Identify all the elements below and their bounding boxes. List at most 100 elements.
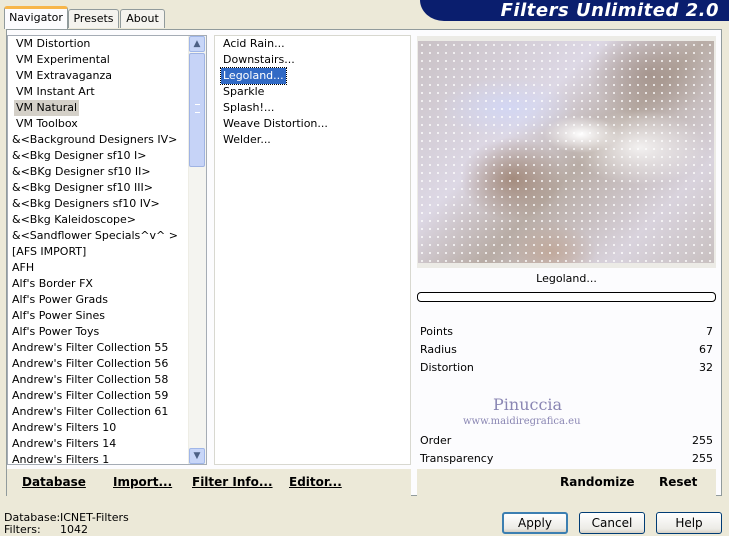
category-item[interactable]: Andrew's Filter Collection 56 bbox=[8, 356, 189, 372]
param-slider[interactable]: Radius 67 bbox=[417, 341, 716, 359]
category-label: &<Background Designers IV> bbox=[12, 133, 178, 146]
category-label: Alf's Power Sines bbox=[12, 309, 105, 322]
filter-list[interactable]: Acid Rain... Downstairs... Legoland... Spar… bbox=[214, 35, 411, 465]
filter-name-label: Legoland... bbox=[536, 272, 597, 285]
import-button[interactable]: Import... bbox=[113, 469, 172, 496]
filter-item[interactable]: Sparkle bbox=[219, 84, 410, 100]
param-label: Points bbox=[420, 325, 454, 338]
category-label: &<BKg Designer sf10 II> bbox=[12, 165, 151, 178]
randomize-button[interactable]: Randomize bbox=[560, 469, 634, 496]
param-slider[interactable]: Points 7 bbox=[417, 323, 716, 341]
preview-image[interactable] bbox=[418, 41, 714, 263]
category-item[interactable]: &<Background Designers IV> bbox=[8, 132, 189, 148]
help-button[interactable]: Help bbox=[656, 512, 722, 534]
category-item[interactable]: Andrew's Filter Collection 55 bbox=[8, 340, 189, 356]
filter-item[interactable]: Legoland... bbox=[219, 67, 410, 85]
category-item[interactable]: Alf's Border FX bbox=[8, 276, 189, 292]
filter-label: Acid Rain... bbox=[223, 37, 285, 50]
database-button[interactable]: Database bbox=[22, 469, 86, 496]
category-item[interactable]: [AFS IMPORT] bbox=[8, 244, 189, 260]
category-label: &<Bkg Kaleidoscope> bbox=[12, 213, 137, 226]
category-item[interactable]: Andrew's Filters 14 bbox=[8, 436, 189, 452]
category-item[interactable]: &<Bkg Kaleidoscope> bbox=[8, 212, 189, 228]
scroll-up-button[interactable]: ▲ bbox=[189, 36, 205, 52]
category-label: VM Toolbox bbox=[16, 117, 78, 130]
tab-about[interactable]: About bbox=[120, 9, 165, 28]
category-item[interactable]: VM Distortion bbox=[12, 36, 189, 52]
apply-button[interactable]: Apply bbox=[502, 512, 568, 534]
category-label: Andrew's Filter Collection 59 bbox=[12, 389, 169, 402]
category-item[interactable]: Andrew's Filters 10 bbox=[8, 420, 189, 436]
category-label: Alf's Power Grads bbox=[12, 293, 108, 306]
category-label: Andrew's Filters 14 bbox=[12, 437, 117, 450]
cancel-button[interactable]: Cancel bbox=[579, 512, 645, 534]
category-item[interactable]: Andrew's Filter Collection 61 bbox=[8, 404, 189, 420]
category-item[interactable]: VM Experimental bbox=[12, 52, 189, 68]
param-value: 255 bbox=[692, 452, 713, 465]
editor-button[interactable]: Editor... bbox=[289, 469, 342, 496]
param-label: Distortion bbox=[420, 361, 474, 374]
category-item[interactable]: &<Bkg Designers sf10 IV> bbox=[8, 196, 189, 212]
category-item[interactable]: &<Bkg Designer sf10 III> bbox=[8, 180, 189, 196]
category-item[interactable]: Andrew's Filter Collection 58 bbox=[8, 372, 189, 388]
filter-item[interactable]: Downstairs... bbox=[219, 52, 410, 68]
category-label: VM Natural bbox=[14, 100, 80, 116]
param-value: 255 bbox=[692, 434, 713, 447]
filter-info-label: Filter Info... bbox=[192, 475, 273, 489]
category-label: &<Sandflower Specials^v^ > bbox=[12, 229, 178, 242]
bottom-right-toolbar: Randomize Reset bbox=[417, 469, 716, 496]
status-filters-value: 1042 bbox=[60, 523, 88, 536]
category-item[interactable]: &<BKg Designer sf10 II> bbox=[8, 164, 189, 180]
tab-label: Navigator bbox=[9, 11, 63, 24]
category-list[interactable]: VM Distortion VM Experimental VM Extravaga… bbox=[7, 35, 207, 465]
category-item[interactable]: Andrew's Filters 1 bbox=[8, 452, 189, 465]
category-item[interactable]: VM Natural bbox=[12, 100, 189, 116]
param-label: Radius bbox=[420, 343, 457, 356]
category-label: Andrew's Filter Collection 58 bbox=[12, 373, 169, 386]
category-label: Andrew's Filter Collection 61 bbox=[12, 405, 169, 418]
tab-label: Presets bbox=[73, 12, 114, 25]
category-label: Alf's Power Toys bbox=[12, 325, 100, 338]
scroll-thumb[interactable] bbox=[189, 53, 205, 167]
category-label: &<Bkg Designer sf10 I> bbox=[12, 149, 147, 162]
watermark-name: Pinuccia bbox=[493, 395, 563, 414]
app-title: Filters Unlimited 2.0 bbox=[500, 0, 719, 21]
param-slider[interactable]: Distortion 32 bbox=[417, 359, 716, 377]
param-label: Transparency bbox=[420, 452, 494, 465]
param-label: Order bbox=[420, 434, 452, 447]
filter-label: Weave Distortion... bbox=[223, 117, 328, 130]
tab-presets[interactable]: Presets bbox=[68, 9, 119, 28]
category-item[interactable]: Alf's Power Toys bbox=[8, 324, 189, 340]
category-scrollbar[interactable]: ▲ ▼ bbox=[188, 36, 206, 464]
category-item[interactable]: &<Sandflower Specials^v^ > bbox=[8, 228, 189, 244]
reset-button[interactable]: Reset bbox=[659, 469, 697, 496]
scroll-down-button[interactable]: ▼ bbox=[189, 448, 205, 464]
category-item[interactable]: Alf's Power Sines bbox=[8, 308, 189, 324]
param-slider[interactable]: Order 255 bbox=[417, 432, 716, 450]
filter-info-button[interactable]: Filter Info... bbox=[192, 469, 273, 496]
category-item[interactable]: Andrew's Filter Collection 59 bbox=[8, 388, 189, 404]
filter-label: Splash!... bbox=[223, 101, 275, 114]
filter-item[interactable]: Welder... bbox=[219, 132, 410, 148]
param-value: 67 bbox=[699, 343, 713, 356]
progress-bar bbox=[417, 292, 716, 302]
param-slider[interactable]: Transparency 255 bbox=[417, 450, 716, 468]
preview-panel bbox=[417, 36, 716, 268]
category-item[interactable]: VM Toolbox bbox=[12, 116, 189, 132]
param-value: 7 bbox=[706, 325, 713, 338]
filter-label: Sparkle bbox=[223, 85, 265, 98]
filter-item[interactable]: Splash!... bbox=[219, 100, 410, 116]
import-label: Import... bbox=[113, 475, 173, 489]
filter-item[interactable]: Weave Distortion... bbox=[219, 116, 410, 132]
category-label: Andrew's Filters 1 bbox=[12, 453, 110, 465]
filter-label: Downstairs... bbox=[223, 53, 295, 66]
filter-label: Legoland... bbox=[220, 67, 287, 85]
category-item[interactable]: VM Instant Art bbox=[12, 84, 189, 100]
tab-navigator[interactable]: Navigator bbox=[4, 6, 68, 29]
category-item[interactable]: &<Bkg Designer sf10 I> bbox=[8, 148, 189, 164]
category-item[interactable]: VM Extravaganza bbox=[12, 68, 189, 84]
title-banner: Filters Unlimited 2.0 bbox=[420, 0, 729, 21]
category-item[interactable]: Alf's Power Grads bbox=[8, 292, 189, 308]
category-item[interactable]: AFH bbox=[8, 260, 189, 276]
filter-item[interactable]: Acid Rain... bbox=[219, 36, 410, 52]
